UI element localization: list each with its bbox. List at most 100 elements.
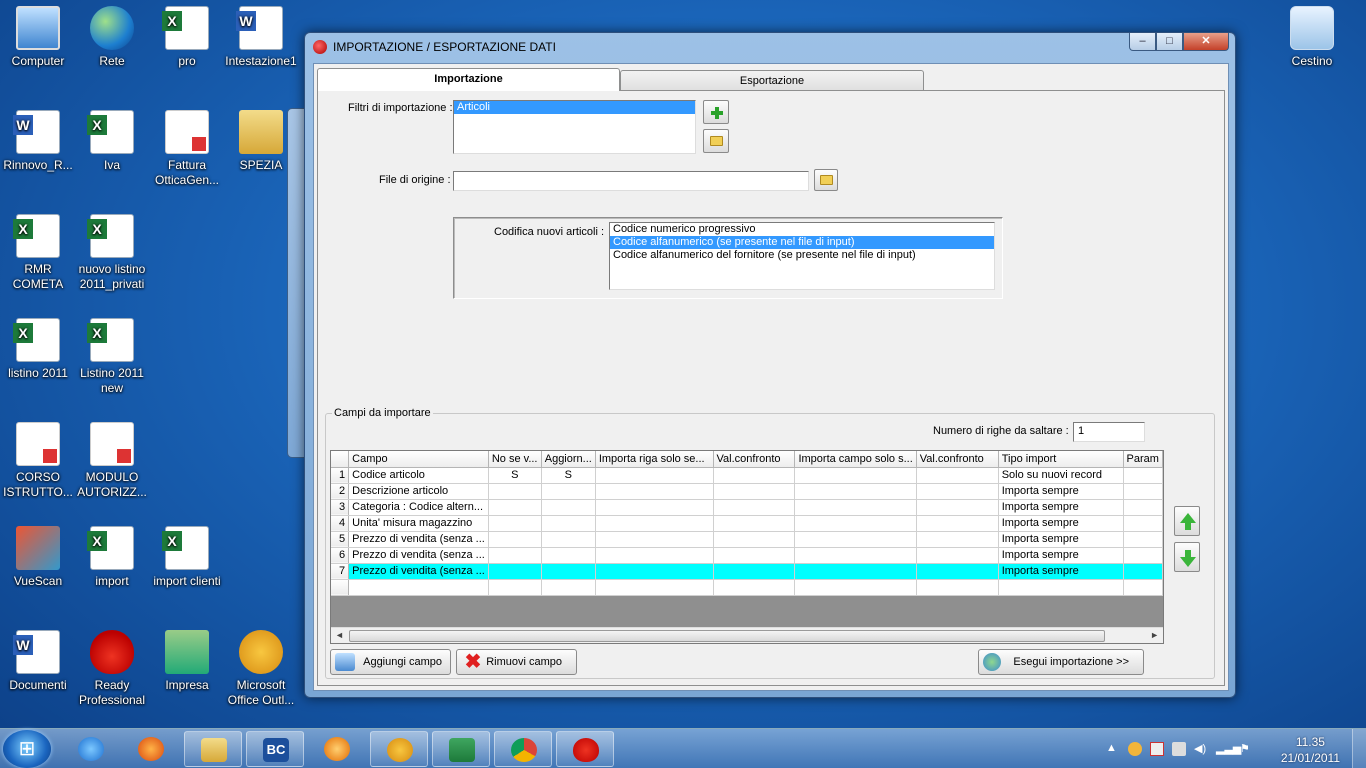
taskbar-bc[interactable]: BC xyxy=(246,731,304,767)
cell-param[interactable] xyxy=(1123,547,1163,564)
col-header-importa-campo[interactable]: Importa campo solo s... xyxy=(794,451,917,468)
tray-device-icon[interactable] xyxy=(1172,742,1186,756)
cell-aggiorn[interactable] xyxy=(541,531,596,548)
cell-campo[interactable]: Prezzo di vendita (senza ... xyxy=(348,563,489,580)
cell-no-se[interactable] xyxy=(488,547,542,564)
cell-importa-campo[interactable] xyxy=(794,515,917,532)
cell-tipo-import[interactable]: Importa sempre xyxy=(998,531,1124,548)
cell-val-confronto[interactable] xyxy=(916,531,999,548)
col-header-param[interactable]: Param xyxy=(1123,451,1163,468)
cell-val-confronto[interactable] xyxy=(713,515,796,532)
row-number[interactable]: 1 xyxy=(331,467,350,484)
desktop-icon-corso[interactable]: CORSO ISTRUTTO... xyxy=(0,422,76,500)
row-number[interactable]: 6 xyxy=(331,547,350,564)
cell-importa-riga[interactable] xyxy=(595,499,714,516)
cell-val-confronto[interactable] xyxy=(713,579,796,596)
col-header-campo[interactable]: Campo xyxy=(348,451,489,468)
cell-val-confronto[interactable] xyxy=(916,579,999,596)
col-header-aggiorn[interactable]: Aggiorn... xyxy=(541,451,596,468)
skip-rows-input[interactable]: 1 xyxy=(1073,422,1145,442)
cell-campo[interactable]: Codice articolo xyxy=(348,467,489,484)
col-header-val-confronto-2[interactable]: Val.confronto xyxy=(916,451,999,468)
cell-val-confronto[interactable] xyxy=(713,483,796,500)
cell-aggiorn[interactable] xyxy=(541,579,596,596)
open-filter-button[interactable] xyxy=(703,129,729,153)
desktop-icon-nuovo-listino[interactable]: nuovo listino 2011_privati xyxy=(74,214,150,292)
desktop-icon-outlook[interactable]: Microsoft Office Outl... xyxy=(223,630,299,708)
cell-no-se[interactable]: S xyxy=(488,467,542,484)
move-up-button[interactable] xyxy=(1174,506,1200,536)
desktop-icon-fattura[interactable]: Fattura OtticaGen... xyxy=(149,110,225,188)
cell-no-se[interactable] xyxy=(488,531,542,548)
start-button[interactable] xyxy=(3,730,51,768)
row-number[interactable]: 7 xyxy=(331,563,350,580)
cell-val-confronto[interactable] xyxy=(916,467,999,484)
desktop-icon-modulo[interactable]: MODULO AUTORIZZ... xyxy=(74,422,150,500)
cell-campo[interactable]: Unita' misura magazzino xyxy=(348,515,489,532)
desktop-icon-iva[interactable]: Iva xyxy=(74,110,150,173)
codifica-option-alfanumerico[interactable]: Codice alfanumerico (se presente nel fil… xyxy=(610,236,994,249)
cell-param[interactable] xyxy=(1123,483,1163,500)
cell-importa-riga[interactable] xyxy=(595,483,714,500)
cell-tipo-import[interactable]: Importa sempre xyxy=(998,499,1124,516)
cell-param[interactable] xyxy=(1123,531,1163,548)
cell-val-confronto[interactable] xyxy=(916,563,999,580)
cell-campo[interactable]: Descrizione articolo xyxy=(348,483,489,500)
col-header-importa-riga[interactable]: Importa riga solo se... xyxy=(595,451,714,468)
table-row[interactable]: 3 Categoria : Codice altern... Importa s… xyxy=(331,499,1163,516)
table-row[interactable]: 2 Descrizione articolo Importa sempre xyxy=(331,483,1163,500)
codifica-listbox[interactable]: Codice numerico progressivo Codice alfan… xyxy=(609,222,995,290)
cell-param[interactable] xyxy=(1123,579,1163,596)
cell-campo[interactable]: Prezzo di vendita (senza ... xyxy=(348,531,489,548)
cell-importa-campo[interactable] xyxy=(794,499,917,516)
table-row-selected[interactable]: 7 Prezzo di vendita (senza ... Importa s… xyxy=(331,563,1163,580)
cell-val-confronto[interactable] xyxy=(713,563,796,580)
add-field-button[interactable]: Aggiungi campo xyxy=(330,649,451,675)
col-header-tipo-import[interactable]: Tipo import xyxy=(998,451,1124,468)
taskbar-chrome[interactable] xyxy=(494,731,552,767)
cell-aggiorn[interactable]: S xyxy=(541,467,596,484)
browse-file-button[interactable] xyxy=(814,169,838,191)
tab-importazione[interactable]: Importazione xyxy=(317,68,620,91)
cell-no-se[interactable] xyxy=(488,579,542,596)
scrollbar-thumb[interactable] xyxy=(349,630,1105,642)
table-row[interactable]: 5 Prezzo di vendita (senza ... Importa s… xyxy=(331,531,1163,548)
desktop-icon-documenti[interactable]: Documenti xyxy=(0,630,76,693)
cell-no-se[interactable] xyxy=(488,499,542,516)
cell-tipo-import[interactable]: Importa sempre xyxy=(998,515,1124,532)
taskbar-firefox[interactable] xyxy=(122,731,180,767)
network-signal-icon[interactable]: ▂▃▅ xyxy=(1216,742,1241,756)
cell-no-se[interactable] xyxy=(488,515,542,532)
cell-val-confronto[interactable] xyxy=(916,483,999,500)
move-down-button[interactable] xyxy=(1174,542,1200,572)
cell-importa-campo[interactable] xyxy=(794,483,917,500)
col-header-val-confronto-1[interactable]: Val.confronto xyxy=(713,451,796,468)
cell-importa-riga[interactable] xyxy=(595,579,714,596)
desktop-icon-cestino[interactable]: Cestino xyxy=(1274,6,1350,69)
add-filter-button[interactable] xyxy=(703,100,729,124)
taskbar-ready-professional[interactable] xyxy=(556,731,614,767)
taskbar-excel[interactable] xyxy=(432,731,490,767)
desktop-icon-rmr-cometa[interactable]: RMR COMETA xyxy=(0,214,76,292)
table-row[interactable]: 6 Prezzo di vendita (senza ... Importa s… xyxy=(331,547,1163,564)
grid-corner[interactable] xyxy=(331,451,350,468)
row-number[interactable]: 4 xyxy=(331,515,350,532)
row-number[interactable]: 5 xyxy=(331,531,350,548)
taskbar-media-player[interactable] xyxy=(308,731,366,767)
cell-tipo-import[interactable] xyxy=(998,579,1124,596)
cell-param[interactable] xyxy=(1123,499,1163,516)
cell-campo[interactable] xyxy=(348,579,489,596)
speaker-icon[interactable]: ◀) xyxy=(1194,742,1208,756)
cell-param[interactable] xyxy=(1123,515,1163,532)
cell-campo[interactable]: Categoria : Codice altern... xyxy=(348,499,489,516)
table-row[interactable]: 1 Codice articolo S S Solo su nuovi reco… xyxy=(331,467,1163,484)
cell-importa-campo[interactable] xyxy=(794,467,917,484)
scroll-right-icon[interactable]: ► xyxy=(1150,630,1159,640)
taskbar-internet-explorer[interactable] xyxy=(62,731,120,767)
cell-importa-campo[interactable] xyxy=(794,531,917,548)
cell-importa-riga[interactable] xyxy=(595,563,714,580)
cell-tipo-import[interactable]: Importa sempre xyxy=(998,563,1124,580)
desktop-icon-intestazione1[interactable]: Intestazione1 xyxy=(223,6,299,69)
cell-aggiorn[interactable] xyxy=(541,499,596,516)
cell-tipo-import[interactable]: Importa sempre xyxy=(998,483,1124,500)
